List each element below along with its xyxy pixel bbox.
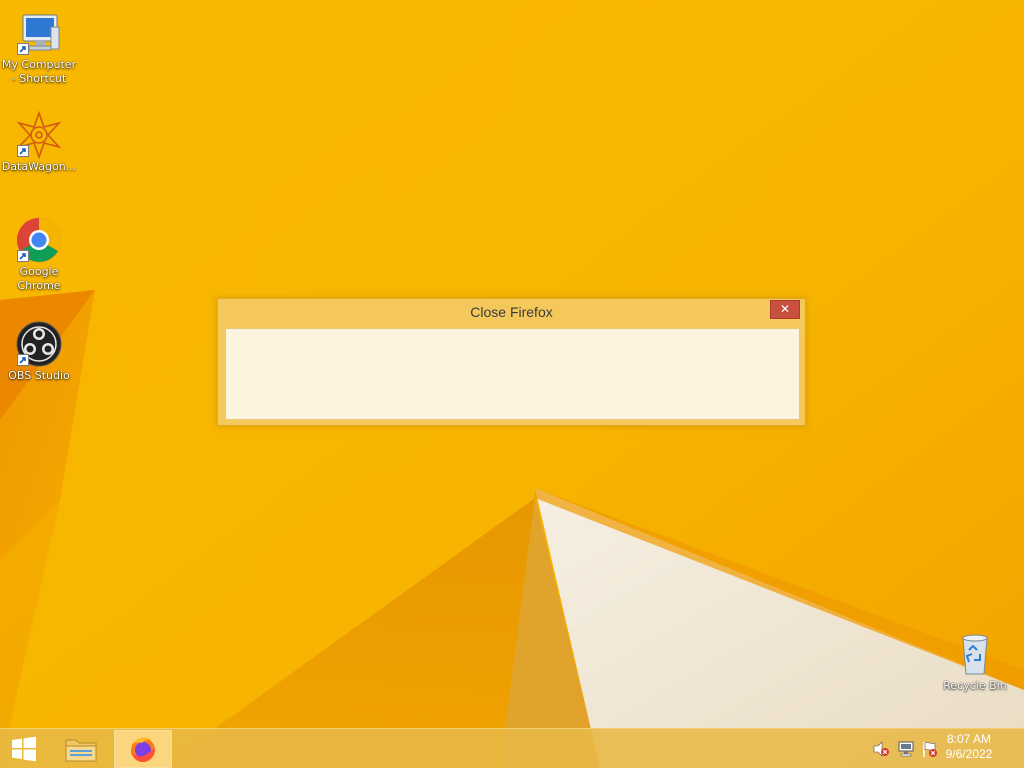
shortcut-arrow-icon xyxy=(17,354,29,366)
close-icon: ✕ xyxy=(779,302,791,316)
recycle-bin-icon xyxy=(962,634,988,675)
desktop-icon-label: Google Chrome xyxy=(17,265,61,292)
dialog-content-area xyxy=(225,328,800,420)
file-explorer-taskbar-button[interactable] xyxy=(57,730,105,768)
firefox-taskbar-button[interactable] xyxy=(114,730,172,768)
dialog-title: Close Firefox xyxy=(470,304,553,320)
file-explorer-icon xyxy=(65,739,97,762)
desktop-icon-recycle-bin[interactable]: Recycle Bin xyxy=(936,630,1014,693)
start-icon xyxy=(12,736,36,762)
taskbar xyxy=(0,728,1024,768)
desktop-icon-label: OBS Studio xyxy=(8,369,70,382)
desktop: My Computer - Shortcut DataWagon... Goog… xyxy=(0,0,1024,768)
desktop-icon-google-chrome[interactable]: Google Chrome xyxy=(0,216,78,293)
taskbar-clock[interactable]: 8:07 AM 9/6/2022 xyxy=(934,732,1004,762)
close-firefox-dialog[interactable]: Close Firefox ✕ xyxy=(217,298,806,426)
desktop-icon-my-computer[interactable]: My Computer - Shortcut xyxy=(0,9,78,86)
start-button[interactable] xyxy=(0,730,48,768)
dialog-close-button[interactable]: ✕ xyxy=(770,300,800,319)
volume-muted-icon[interactable] xyxy=(872,740,890,758)
shortcut-arrow-icon xyxy=(17,43,29,55)
shortcut-arrow-icon xyxy=(17,145,29,157)
clock-time: 8:07 AM xyxy=(946,732,992,746)
desktop-icon-label: My Computer - Shortcut xyxy=(1,58,77,85)
firefox-icon xyxy=(131,737,155,762)
desktop-icon-datawagon[interactable]: DataWagon... xyxy=(0,111,78,174)
network-icon[interactable] xyxy=(897,740,915,758)
desktop-icon-obs-studio[interactable]: OBS Studio xyxy=(0,320,78,383)
shortcut-arrow-icon xyxy=(17,250,29,262)
desktop-icon-label: Recycle Bin xyxy=(943,679,1007,692)
desktop-icon-label: DataWagon... xyxy=(1,160,77,173)
clock-date: 9/6/2022 xyxy=(945,747,993,761)
